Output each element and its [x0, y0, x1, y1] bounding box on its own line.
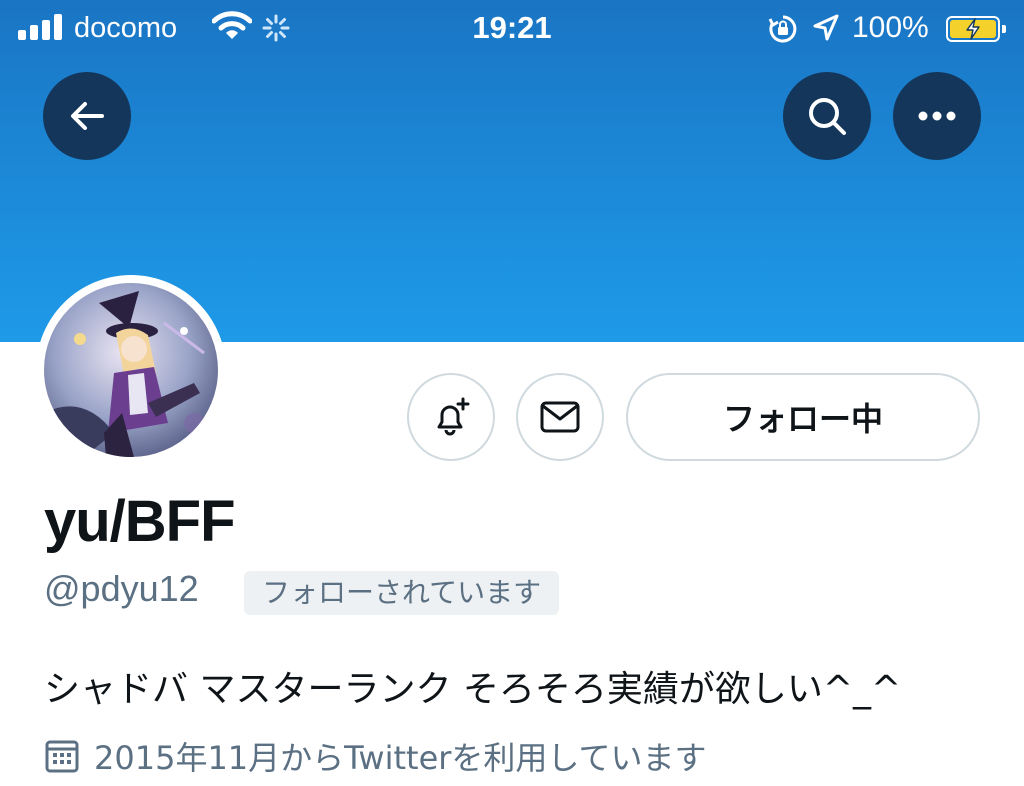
battery-percent: 100%	[852, 11, 929, 44]
search-icon	[809, 98, 846, 135]
more-options-button[interactable]	[893, 72, 981, 160]
search-button[interactable]	[783, 72, 871, 160]
calendar-icon	[45, 740, 79, 773]
ellipsis-icon	[918, 111, 956, 121]
join-date-text: 2015年11月からTwitterを利用しています	[94, 739, 707, 777]
back-button[interactable]	[43, 72, 131, 160]
bell-plus-icon	[437, 397, 470, 436]
message-button[interactable]	[516, 373, 604, 461]
envelope-icon	[540, 401, 580, 433]
location-arrow-icon	[812, 13, 840, 47]
following-button[interactable]: フォロー中	[626, 373, 980, 461]
user-handle: @pdyu12	[44, 568, 199, 609]
display-name: yu/BFF	[44, 489, 236, 554]
arrow-left-icon	[71, 102, 104, 130]
orientation-lock-icon	[768, 14, 798, 48]
status-bar: docomo 19:21 100%	[0, 0, 1024, 58]
notification-bell-button[interactable]	[407, 373, 495, 461]
avatar[interactable]	[36, 275, 226, 465]
join-date: 2015年11月からTwitterを利用しています	[44, 733, 706, 779]
avatar-image	[44, 283, 218, 457]
profile-bio: シャドバ マスターランク そろそろ実績が欲しい^_^	[44, 669, 902, 710]
follows-you-badge: フォローされています	[244, 571, 560, 615]
battery-icon	[946, 16, 1006, 42]
